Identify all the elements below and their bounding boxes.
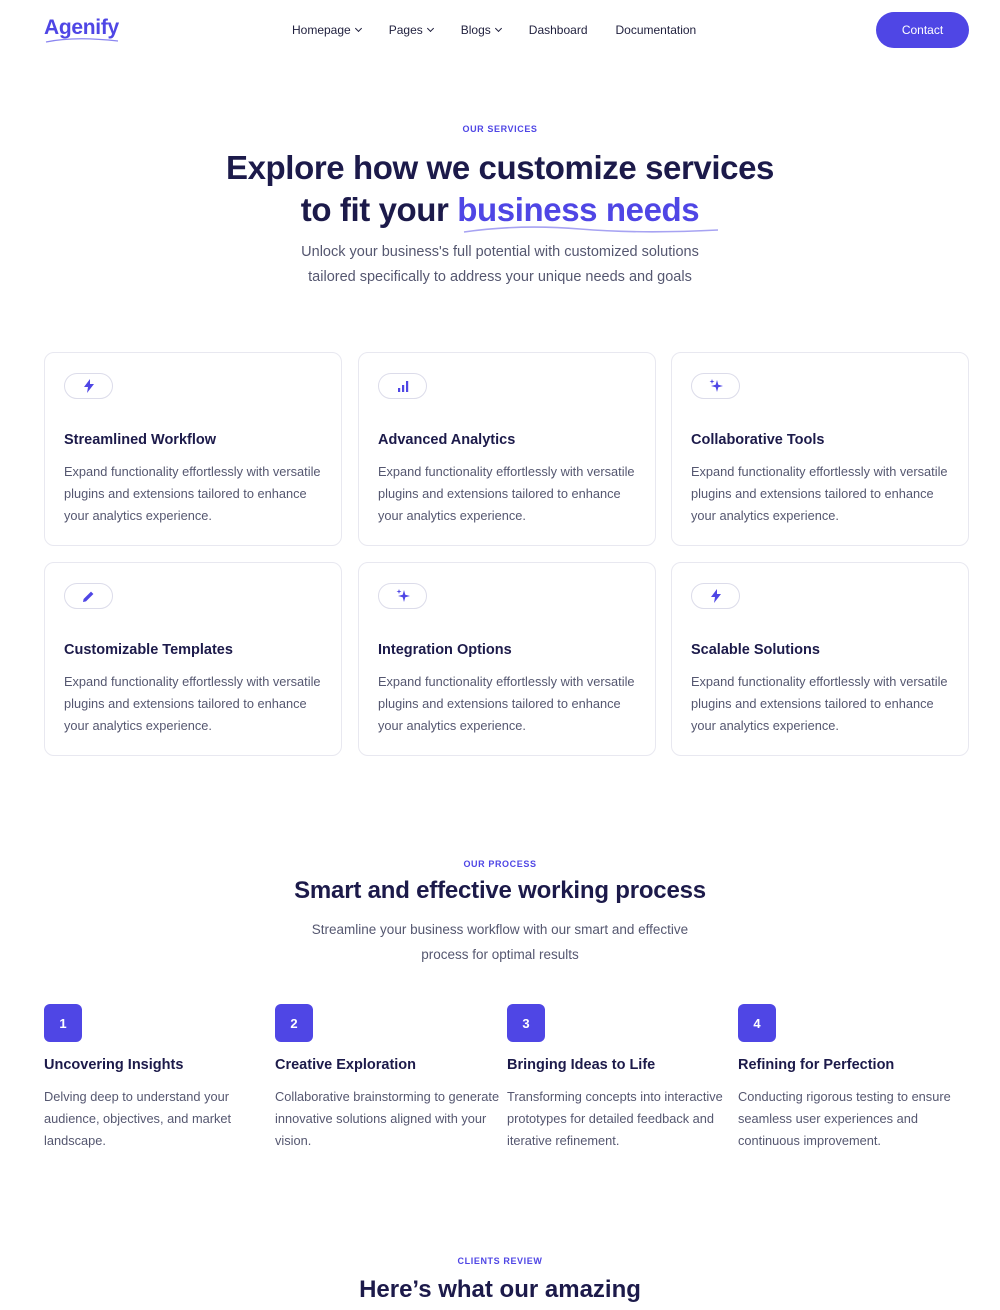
step-description: Delving deep to understand your audience… xyxy=(44,1089,232,1148)
card-icon-pill xyxy=(691,583,740,609)
reviews-eyebrow: CLIENTS REVIEW xyxy=(457,1256,543,1266)
main-menu: Homepage Pages Blogs Dashboard Documenta… xyxy=(292,22,724,38)
services-subtitle: Unlock your business's full potential wi… xyxy=(301,244,699,285)
menu-item-documentation[interactable]: Documentation xyxy=(616,22,697,38)
card-icon-pill xyxy=(378,583,427,609)
service-card: Advanced Analytics Expand functionality … xyxy=(358,352,656,546)
card-description: Expand functionality effortlessly with v… xyxy=(378,464,635,523)
process-step: 1 Uncovering Insights Delving deep to un… xyxy=(44,1004,276,1152)
bolt-icon xyxy=(710,589,721,603)
step-number-badge: 2 xyxy=(275,1004,313,1042)
service-card: Collaborative Tools Expand functionality… xyxy=(671,352,969,546)
services-title: Explore how we customize services to fit… xyxy=(225,149,775,228)
process-step: 3 Bringing Ideas to Life Transforming co… xyxy=(507,1004,739,1152)
service-card: Integration Options Expand functionality… xyxy=(358,562,656,756)
card-title: Customizable Templates xyxy=(64,642,233,658)
card-description: Expand functionality effortlessly with v… xyxy=(64,464,321,523)
logo-swoosh-icon xyxy=(45,38,119,43)
reviews-title: Here’s what our amazing xyxy=(359,1276,641,1303)
card-title: Collaborative Tools xyxy=(691,432,825,448)
process-step: 4 Refining for Perfection Conducting rig… xyxy=(738,1004,970,1152)
chevron-down-icon xyxy=(426,24,434,33)
pencil-icon xyxy=(83,591,94,602)
step-description: Conducting rigorous testing to ensure se… xyxy=(738,1089,951,1148)
chevron-down-icon xyxy=(354,24,362,33)
sparkles-icon xyxy=(396,589,410,602)
process-subtitle: Streamline your business workflow with o… xyxy=(311,922,689,962)
menu-item-blogs[interactable]: Blogs xyxy=(461,22,502,38)
step-title: Creative Exploration xyxy=(275,1057,417,1073)
step-number-badge: 4 xyxy=(738,1004,776,1042)
step-title: Uncovering Insights xyxy=(44,1057,184,1073)
card-description: Expand functionality effortlessly with v… xyxy=(691,464,948,523)
bolt-icon xyxy=(83,379,94,393)
contact-button[interactable]: Contact xyxy=(876,12,969,48)
card-description: Expand functionality effortlessly with v… xyxy=(378,674,635,733)
step-number-badge: 3 xyxy=(507,1004,545,1042)
card-icon-pill xyxy=(64,583,113,609)
card-title: Integration Options xyxy=(378,642,512,658)
service-card: Streamlined Workflow Expand functionalit… xyxy=(44,352,342,546)
service-card: Customizable Templates Expand functional… xyxy=(44,562,342,756)
service-card: Scalable Solutions Expand functionality … xyxy=(671,562,969,756)
step-number-badge: 1 xyxy=(44,1004,82,1042)
process-step: 2 Creative Exploration Collaborative bra… xyxy=(275,1004,507,1152)
sparkles-icon xyxy=(709,379,723,392)
top-navigation: Agenify Homepage Pages Blogs Dashboard D… xyxy=(0,0,1000,60)
process-eyebrow: OUR PROCESS xyxy=(463,859,537,869)
process-title: Smart and effective working process xyxy=(294,877,706,904)
chevron-down-icon xyxy=(494,24,502,33)
step-title: Refining for Perfection xyxy=(738,1057,895,1073)
step-description: Transforming concepts into interactive p… xyxy=(507,1089,723,1148)
card-icon-pill xyxy=(378,373,427,399)
menu-item-homepage[interactable]: Homepage xyxy=(292,22,362,38)
bar-chart-icon xyxy=(397,381,408,392)
card-description: Expand functionality effortlessly with v… xyxy=(64,674,321,733)
title-underline-decoration xyxy=(463,226,719,233)
card-icon-pill xyxy=(691,373,740,399)
step-description: Collaborative brainstorming to generate … xyxy=(275,1089,500,1148)
menu-item-dashboard[interactable]: Dashboard xyxy=(529,22,588,38)
card-title: Streamlined Workflow xyxy=(64,432,217,448)
step-title: Bringing Ideas to Life xyxy=(507,1057,656,1073)
menu-item-pages[interactable]: Pages xyxy=(389,22,434,38)
card-description: Expand functionality effortlessly with v… xyxy=(691,674,948,733)
card-title: Advanced Analytics xyxy=(378,432,516,448)
card-icon-pill xyxy=(64,373,113,399)
services-eyebrow: OUR SERVICES xyxy=(462,124,538,134)
card-title: Scalable Solutions xyxy=(691,642,820,658)
